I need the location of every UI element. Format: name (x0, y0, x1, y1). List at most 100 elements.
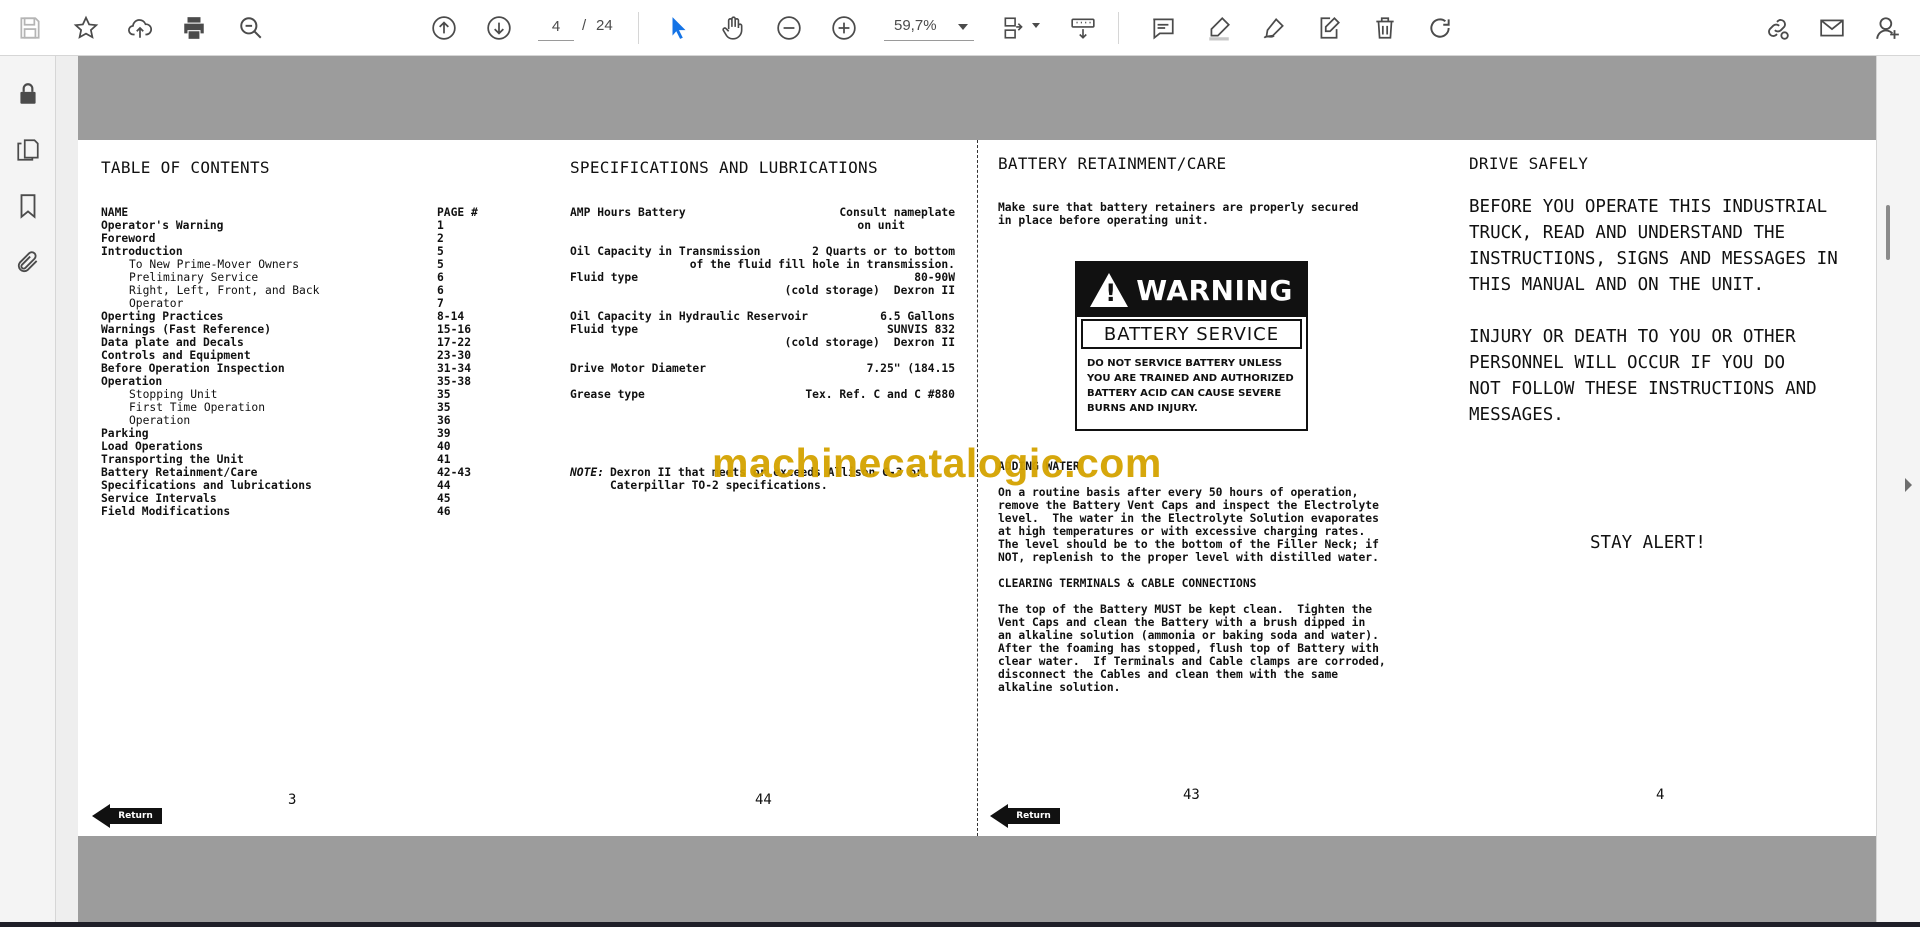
toc-row[interactable]: Transporting the Unit 41 (101, 453, 481, 466)
email-icon[interactable] (1814, 10, 1850, 46)
toc-row[interactable]: Right, Left, Front, and Back 6 (101, 284, 481, 297)
toc-entry-page: 46 (437, 505, 451, 518)
toc-row[interactable]: Data plate and Decals 17-22 (101, 336, 481, 349)
attachment-paperclip-icon[interactable] (10, 244, 46, 280)
toc-entry-name: Operation (101, 375, 163, 388)
lock-icon[interactable] (10, 76, 46, 112)
toc-row[interactable]: Service Intervals 45 (101, 492, 481, 505)
taskbar-strip (0, 922, 1920, 927)
battery-intro: Make sure that battery retainers are pro… (998, 201, 1358, 227)
page-number-4: 4 (1656, 787, 1665, 803)
zoom-out-icon[interactable] (771, 10, 807, 46)
toc-row[interactable]: To New Prime-Mover Owners 5 (101, 258, 481, 271)
page-number-3: 3 (288, 792, 297, 808)
toc-entry-name: Operator (129, 297, 184, 310)
toc-entry-page: 36 (437, 414, 451, 427)
spec-fluid2-cold-label: (cold storage) (784, 336, 880, 349)
return-button[interactable]: Return (990, 804, 1060, 828)
spec-grease-value: Tex. Ref. C and C #880 (805, 388, 955, 401)
bookmark-icon[interactable] (10, 188, 46, 224)
toc-entry-page: 42-43 (437, 466, 472, 479)
user-account-icon[interactable] (1870, 10, 1906, 46)
toc-entry-name: Battery Retainment/Care (101, 466, 258, 479)
toc-entry-name: Operator's Warning (101, 219, 224, 232)
toc-entry-name: Before Operation Inspection (101, 362, 285, 375)
highlight-pen-icon[interactable] (1201, 10, 1237, 46)
toc-entry-page: 23-30 (437, 349, 472, 362)
toc-entry-name: Right, Left, Front, and Back (129, 284, 320, 297)
print-icon[interactable] (176, 10, 212, 46)
comment-icon[interactable] (1145, 10, 1181, 46)
toc-row[interactable]: Load Operations 40 (101, 440, 481, 453)
next-page-icon[interactable] (481, 10, 517, 46)
toc-row[interactable]: Field Modifications 46 (101, 505, 481, 518)
spec-fluid1-label: Fluid type (570, 271, 639, 284)
toc-row[interactable]: Introduction 5 (101, 245, 481, 258)
share-link-icon[interactable] (1759, 10, 1795, 46)
spec-motor-label: Drive Motor Diameter (570, 362, 707, 375)
zoom-in-icon[interactable] (826, 10, 862, 46)
toc-entry-page: 41 (437, 453, 451, 466)
left-sidebar (0, 56, 56, 922)
warning-banner: WARNING (1077, 263, 1306, 317)
vertical-scrollbar-thumb[interactable] (1886, 205, 1890, 260)
draw-pen-icon[interactable] (1256, 10, 1292, 46)
page-separator: / (582, 17, 587, 34)
toc-row[interactable]: Stopping Unit 35 (101, 388, 481, 401)
toc-col-page: PAGE # (437, 206, 478, 219)
spec-note-label: NOTE: (570, 466, 605, 479)
pages-thumbnails-icon[interactable] (10, 132, 46, 168)
spec-amp-hours: AMP Hours Battery Consult nameplate on un… (570, 206, 955, 232)
battery-heading: BATTERY RETAINMENT/CARE (998, 154, 1227, 173)
toc-entry-name: Operting Practices (101, 310, 224, 323)
select-cursor-icon[interactable] (661, 10, 697, 46)
page-gap-bottom (78, 836, 1876, 922)
expand-right-panel-arrow-icon[interactable] (1905, 478, 1912, 492)
toc-row[interactable]: Controls and Equipment 23-30 (101, 349, 481, 362)
toc-row[interactable]: Operation 36 (101, 414, 481, 427)
page-number-input[interactable] (538, 13, 574, 41)
cloud-upload-icon[interactable] (122, 10, 158, 46)
toc-row[interactable]: Operting Practices 8-14 (101, 310, 481, 323)
return-label: Return (1007, 808, 1060, 824)
save-icon[interactable] (12, 10, 48, 46)
toc-row[interactable]: Preliminary Service 6 (101, 271, 481, 284)
spec-grease-label: Grease type (570, 388, 645, 401)
toc-row[interactable]: Warnings (Fast Reference) 15-16 (101, 323, 481, 336)
zoom-level-select[interactable]: 59,7% (884, 13, 974, 41)
toc-entry-page: 40 (437, 440, 451, 453)
scroll-mode-icon[interactable] (1065, 10, 1101, 46)
return-button[interactable]: Return (92, 804, 162, 828)
toc-row[interactable]: Specifications and lubrications 44 (101, 479, 481, 492)
toc-row[interactable]: Before Operation Inspection 31-34 (101, 362, 481, 375)
zoom-search-icon[interactable] (233, 10, 269, 46)
trash-icon[interactable] (1367, 10, 1403, 46)
toc-row[interactable]: Foreword 2 (101, 232, 481, 245)
warning-triangle-icon (1090, 273, 1129, 307)
toc-entry-page: 15-16 (437, 323, 472, 336)
toc-row[interactable]: Parking 39 (101, 427, 481, 440)
zoom-level-value: 59,7% (894, 17, 937, 34)
toc-entry-page: 2 (437, 232, 444, 245)
star-icon[interactable] (68, 10, 104, 46)
toc-row[interactable]: First Time Operation 35 (101, 401, 481, 414)
drive-safely-para1: BEFORE YOU OPERATE THIS INDUSTRIAL TRUCK… (1469, 197, 1838, 295)
spec-fluid1-cold-value: Dexron II (893, 284, 955, 297)
drive-safely-heading: DRIVE SAFELY (1469, 154, 1589, 173)
spec-fluid2-label: Fluid type (570, 323, 639, 336)
edit-document-icon[interactable] (1311, 10, 1347, 46)
toc-entry-name: Transporting the Unit (101, 453, 244, 466)
page-display-icon[interactable] (996, 10, 1040, 46)
prev-page-icon[interactable] (426, 10, 462, 46)
clearing-terminals-heading: CLEARING TERMINALS & CABLE CONNECTIONS (998, 577, 1257, 590)
hand-tool-icon[interactable] (715, 10, 751, 46)
toc-row[interactable]: Battery Retainment/Care 42-43 (101, 466, 481, 479)
toc-row[interactable]: Operator's Warning 1 (101, 219, 481, 232)
page-number-43: 43 (1183, 787, 1200, 803)
toolbar-divider (1118, 12, 1119, 44)
toc-row[interactable]: Operation 35-38 (101, 375, 481, 388)
redo-icon[interactable] (1422, 10, 1458, 46)
clearing-terminals-text: The top of the Battery MUST be kept clea… (998, 603, 1386, 694)
toc-row[interactable]: Operator 7 (101, 297, 481, 310)
page-number-44: 44 (755, 792, 772, 808)
